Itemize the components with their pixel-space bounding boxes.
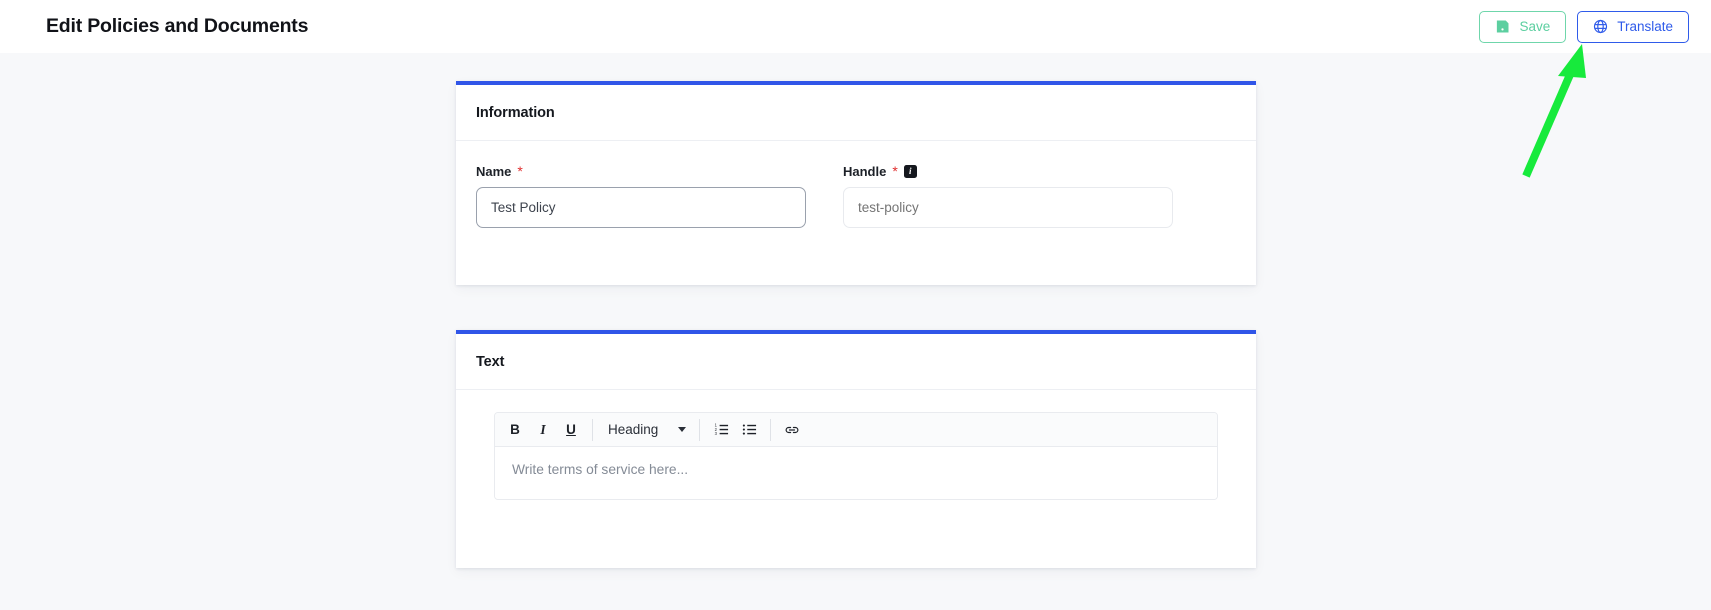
information-card-header: Information (456, 85, 1256, 141)
translate-button[interactable]: Translate (1577, 10, 1689, 43)
save-button[interactable]: Save (1479, 10, 1567, 43)
underline-button[interactable]: U (557, 417, 585, 443)
information-card: Information Name * Handle * i (456, 81, 1256, 285)
main-content: Information Name * Handle * i (0, 53, 1711, 610)
handle-field-group: Handle * i (843, 163, 1173, 228)
text-card-header: Text (456, 334, 1256, 390)
block-format-select[interactable]: Heading (600, 417, 692, 443)
name-label-text: Name (476, 163, 512, 179)
name-field-label: Name * (476, 163, 806, 179)
text-card-body: B I U Heading 1 2 3 Write terms of servi… (456, 390, 1256, 500)
text-card: Text B I U Heading 1 2 3 Write terms of … (456, 330, 1256, 568)
information-card-body: Name * Handle * i (456, 141, 1256, 228)
editor-toolbar: B I U Heading 1 2 3 (495, 413, 1217, 447)
handle-field-label: Handle * i (843, 163, 1173, 179)
header-actions: Save Translate (1479, 10, 1689, 43)
chevron-down-icon (678, 427, 687, 432)
information-card-title: Information (476, 104, 555, 121)
info-icon[interactable]: i (903, 164, 917, 178)
block-format-value: Heading (608, 422, 659, 437)
rich-text-editor: B I U Heading 1 2 3 Write terms of servi… (494, 412, 1218, 500)
link-icon (785, 426, 799, 433)
required-asterisk: * (892, 163, 898, 179)
svg-text:3: 3 (714, 431, 717, 436)
bold-button[interactable]: B (501, 417, 529, 443)
save-button-label: Save (1519, 18, 1551, 34)
name-field-group: Name * (476, 163, 806, 228)
toolbar-divider (699, 418, 701, 441)
ordered-list-button[interactable]: 1 2 3 (707, 417, 735, 443)
save-icon (1495, 19, 1510, 34)
ordered-list-icon: 1 2 3 (714, 423, 728, 436)
bullet-list-icon (742, 424, 756, 435)
text-card-title: Text (476, 353, 505, 370)
link-button[interactable] (778, 417, 806, 443)
name-input[interactable] (476, 187, 806, 228)
bullet-list-button[interactable] (735, 417, 763, 443)
translate-button-label: Translate (1617, 18, 1673, 34)
handle-label-text: Handle (843, 163, 887, 179)
editor-content-area[interactable]: Write terms of service here... (495, 447, 1217, 499)
handle-input[interactable] (843, 187, 1173, 228)
italic-button[interactable]: I (529, 417, 557, 443)
page-title: Edit Policies and Documents (46, 14, 309, 37)
toolbar-divider (770, 418, 772, 441)
app-header: Edit Policies and Documents Save Transla… (0, 0, 1711, 53)
required-asterisk: * (517, 163, 523, 179)
information-field-row: Name * Handle * i (476, 163, 1236, 228)
globe-icon (1593, 19, 1608, 34)
toolbar-divider (592, 418, 593, 441)
